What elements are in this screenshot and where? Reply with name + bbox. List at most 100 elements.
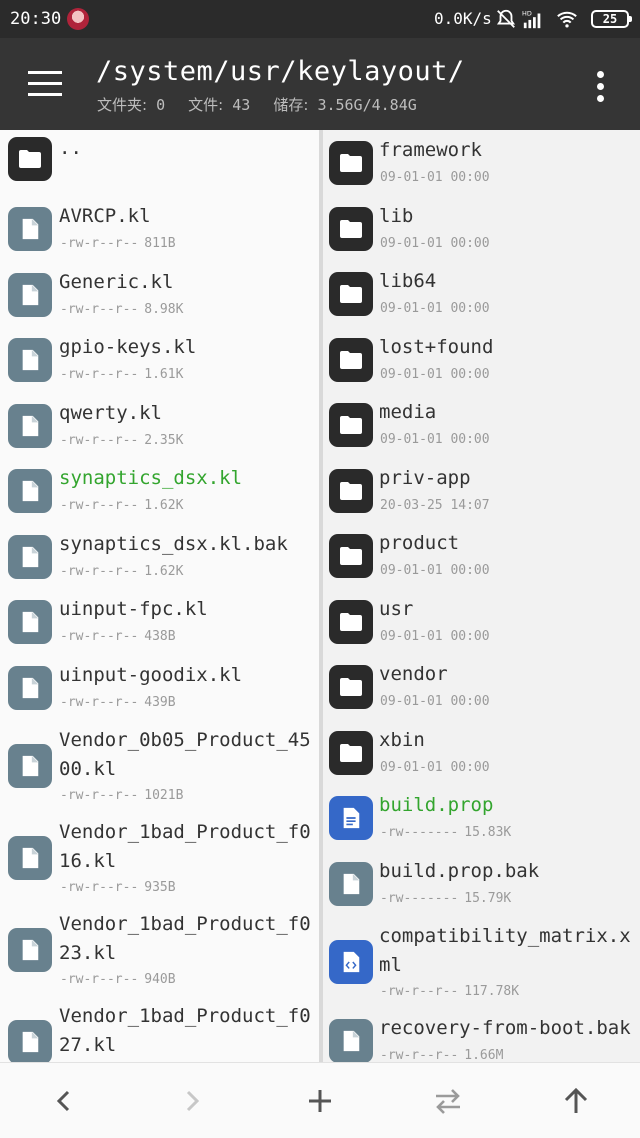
permissions: -rw-r--r-- [60, 880, 139, 895]
left_pane-list-item[interactable]: synaptics_dsx.kl.bak -rw-r--r-- 1.62K [0, 524, 319, 590]
right_pane-list-item[interactable]: build.prop.bak -rw------- 15.79K [323, 851, 640, 917]
file-name: framework [379, 139, 482, 161]
file-size: 117.78K [464, 984, 520, 999]
right_pane-list-item[interactable]: compatibility_matrix.x ml -rw-r--r-- 117.78… [323, 916, 640, 1008]
more-options-button[interactable] [592, 71, 610, 102]
left_pane-list-item[interactable]: qwerty.kl -rw-r--r-- 2.35K [0, 393, 319, 459]
permissions: -rw-r--r-- [380, 1048, 459, 1062]
arrow-up-icon [564, 1087, 588, 1113]
file-size: 935B [144, 880, 176, 895]
permissions: -rw-r--r-- [60, 694, 139, 710]
left-file-pane[interactable]: .. AVRCP.kl -rw-r--r-- 811B Generic.kl -rw-r-… [0, 130, 319, 1062]
left_pane-list-item[interactable]: Vendor_1bad_Product_f0 16.kl -rw-r--r-- 935… [0, 812, 319, 904]
file-name-continued: 23.kl [59, 942, 117, 964]
right_pane-list-item[interactable]: framework 09-01-01 00:00 [323, 130, 640, 196]
permissions: -rw------- [380, 890, 459, 906]
file-details: -rw-r--r-- 1021B [60, 788, 183, 803]
modified-date: 09-01-01 00:00 [380, 563, 490, 578]
left_pane-list-item[interactable]: AVRCP.kl -rw-r--r-- 811B [0, 196, 319, 262]
current-path: /system/usr/keylayout/ [96, 56, 465, 87]
chevron-right-icon [186, 1090, 200, 1112]
right_pane-list-item[interactable]: usr 09-01-01 00:00 [323, 589, 640, 655]
file-name-continued: 16.kl [59, 850, 117, 872]
chevron-left-icon [56, 1090, 70, 1112]
right_pane-list-item[interactable]: product 09-01-01 00:00 [323, 523, 640, 589]
file-name-continued: ml [379, 954, 402, 976]
file-size: 15.83K [464, 825, 512, 840]
file-details: -rw-r--r-- 1.61K [60, 367, 183, 382]
file-details: 09-01-01 00:00 [380, 760, 490, 775]
file-details: -rw-r--r-- 1.62K [60, 564, 183, 579]
file-name: Vendor_0b05_Product_45 [59, 729, 311, 751]
file-icon [8, 338, 52, 382]
file-name: xbin [379, 728, 425, 751]
folder-icon [329, 730, 373, 775]
file-icon [8, 744, 52, 788]
folder-icon [329, 206, 373, 251]
battery-indicator: 25 [591, 10, 632, 28]
file-details: -rw------- 15.83K [380, 825, 511, 840]
forward-button[interactable] [176, 1085, 208, 1117]
left_pane-list-item[interactable]: synaptics_dsx.kl -rw-r--r-- 1.62K [0, 458, 319, 524]
file-size: 15.79K [464, 890, 512, 906]
modified-date: 09-01-01 00:00 [380, 432, 490, 447]
left_pane-list-item[interactable]: Generic.kl -rw-r--r-- 8.98K [0, 262, 319, 328]
left_pane-list-item[interactable]: .. [0, 130, 319, 196]
code-file-icon [329, 940, 373, 984]
folder-icon [329, 337, 373, 382]
right_pane-list-item[interactable]: media 09-01-01 00:00 [323, 392, 640, 458]
menu-button[interactable] [28, 71, 62, 97]
right_pane-list-item[interactable]: build.prop -rw------- 15.83K [323, 785, 640, 851]
mute-bell-icon [496, 9, 516, 28]
file-name: AVRCP.kl [59, 205, 151, 227]
file-details: -rw-r--r-- 2.35K [60, 433, 183, 448]
file-icon [8, 534, 52, 579]
file-details: -rw-r--r-- 940B [60, 972, 176, 987]
right_pane-list-item[interactable]: recovery-from-boot.bak -rw-r--r-- 1.66M [323, 1008, 640, 1062]
left_pane-list-item[interactable]: Vendor_0b05_Product_45 00.kl -rw-r--r-- 102… [0, 720, 319, 812]
right_pane-list-item[interactable]: priv-app 20-03-25 14:07 [323, 458, 640, 524]
modified-date: 09-01-01 00:00 [380, 170, 490, 185]
right-file-pane[interactable]: framework 09-01-01 00:00 lib 09-01-01 00:00… [323, 130, 640, 1062]
file-name: Vendor_1bad_Product_f0 [59, 821, 311, 843]
file-size: 1.61K [144, 367, 184, 382]
file-icon [8, 469, 52, 513]
file-details: -rw-r--r-- 438B [60, 629, 176, 644]
modified-date: 09-01-01 00:00 [380, 628, 490, 644]
right_pane-list-item[interactable]: lib64 09-01-01 00:00 [323, 261, 640, 327]
file-name: synaptics_dsx.kl [59, 467, 243, 489]
left_pane-list-item[interactable]: gpio-keys.kl -rw-r--r-- 1.61K [0, 327, 319, 393]
file-name: build.prop [379, 794, 494, 816]
file-size: 1.62K [144, 563, 184, 579]
permissions: -rw-r--r-- [60, 432, 139, 448]
file-details: 09-01-01 00:00 [380, 563, 490, 578]
right_pane-list-item[interactable]: vendor 09-01-01 00:00 [323, 654, 640, 720]
plus-icon [309, 1090, 331, 1112]
status-time: 20:30 [10, 9, 62, 29]
file-details: 09-01-01 00:00 [380, 301, 490, 316]
file-name: Generic.kl [59, 270, 174, 293]
left_pane-list-item[interactable]: Vendor_1bad_Product_f0 23.kl -rw-r--r-- 940… [0, 904, 319, 996]
back-button[interactable] [48, 1085, 80, 1117]
folder-icon [329, 534, 373, 578]
swap-panes-button[interactable] [432, 1085, 464, 1117]
right_pane-list-item[interactable]: lost+found 09-01-01 00:00 [323, 327, 640, 393]
file-name: Vendor_1bad_Product_f0 [59, 1005, 311, 1027]
file-name: lib64 [379, 270, 437, 292]
right_pane-list-item[interactable]: xbin 09-01-01 00:00 [323, 720, 640, 786]
left_pane-list-item[interactable]: uinput-fpc.kl -rw-r--r-- 438B [0, 589, 319, 655]
modified-date: 09-01-01 00:00 [380, 366, 490, 382]
parent-directory-button[interactable] [560, 1085, 592, 1117]
folder-icon [329, 141, 373, 185]
left_pane-list-item[interactable]: uinput-goodix.kl -rw-r--r-- 439B [0, 655, 319, 721]
modified-date: 09-01-01 00:00 [380, 301, 490, 316]
left_pane-list-item[interactable]: Vendor_1bad_Product_f027.kl-rw-r--r--935… [0, 996, 319, 1062]
permissions: -rw-r--r-- [60, 367, 139, 382]
right_pane-list-item[interactable]: lib 09-01-01 00:00 [323, 196, 640, 262]
net-speed: 0.0K/s [434, 9, 492, 28]
file-icon [8, 928, 52, 972]
add-button[interactable] [304, 1085, 336, 1117]
bottom-toolbar [0, 1062, 640, 1138]
text-document-icon [329, 796, 373, 840]
file-size: 439B [144, 694, 176, 710]
